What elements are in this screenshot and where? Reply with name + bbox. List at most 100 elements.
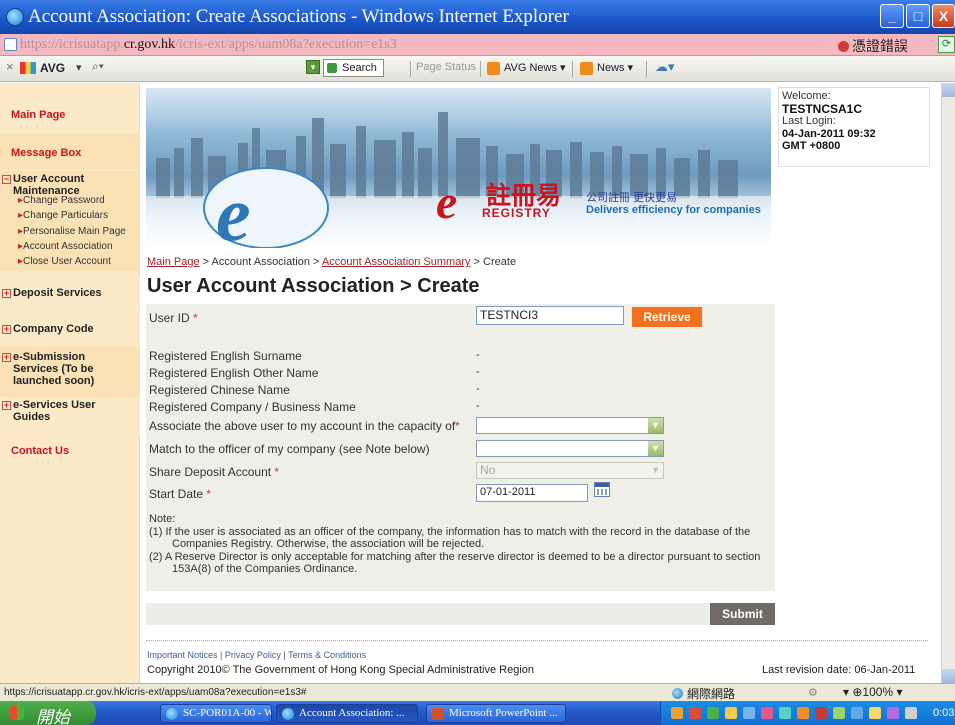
nav-close-user-account[interactable]: Close User Account [18, 254, 126, 269]
tray-icon[interactable] [725, 707, 737, 719]
start-date-input[interactable]: 07-01-2011 [476, 484, 588, 502]
tray-icon[interactable] [815, 707, 827, 719]
nav-deposit-label: Deposit Services [13, 287, 102, 299]
required-marker: * [193, 311, 198, 325]
match-officer-select[interactable]: ▼ [476, 440, 664, 457]
nav-company-code[interactable]: + Company Code [0, 309, 140, 345]
task-sc-por01a[interactable]: SC-POR01A-00 - Win... [160, 704, 272, 723]
capacity-select[interactable]: ▼ [476, 417, 664, 434]
surname-value: - [476, 349, 480, 361]
expand-icon[interactable]: + [2, 353, 11, 362]
window-title-bar: Account Association: Create Associations… [0, 0, 955, 34]
nav-change-particulars[interactable]: Change Particulars [18, 208, 126, 223]
expand-icon[interactable]: + [2, 289, 11, 298]
search-button[interactable]: Search [323, 59, 384, 77]
nav-account-association[interactable]: Account Association [18, 239, 126, 254]
tray-icon[interactable] [779, 707, 791, 719]
notes: Note: (1) If the user is associated as a… [149, 513, 769, 576]
chevron-down-icon[interactable]: ▼ [648, 418, 663, 433]
registry-banner: e e 註冊易 REGISTRY 公司註冊 更快更易 Delivers effi… [146, 88, 771, 248]
tray-icon[interactable] [689, 707, 701, 719]
nav-change-password[interactable]: Change Password [18, 193, 126, 208]
rss-icon [580, 62, 593, 75]
task-powerpoint[interactable]: Microsoft PowerPoint ... [426, 704, 566, 723]
terms-link[interactable]: Terms & Conditions [288, 650, 366, 660]
vertical-scrollbar[interactable] [941, 83, 955, 683]
tray-icon[interactable] [743, 707, 755, 719]
user-id-input[interactable]: TESTNCI3 [476, 306, 624, 325]
tray-icon[interactable] [851, 707, 863, 719]
nav-esubmission[interactable]: + e-Submission Services (To be launched s… [0, 347, 140, 397]
breadcrumb-separator: > [309, 256, 322, 268]
breadcrumb-main-page[interactable]: Main Page [147, 256, 200, 268]
url-suffix: /icris-ext/apps/uam08a?execution=e1s3 [175, 37, 397, 52]
news-menu[interactable]: News ▾ [597, 61, 633, 74]
minimize-button[interactable]: _ [880, 4, 904, 28]
tray-icon[interactable] [707, 707, 719, 719]
timezone: GMT +0800 [782, 140, 841, 152]
search-dropdown-icon[interactable]: ▾ [306, 60, 320, 74]
protected-mode-icon[interactable]: ⚙ [808, 686, 818, 699]
avg-news-menu[interactable]: AVG News ▾ [504, 61, 566, 74]
chinese-name-label: Registered Chinese Name [149, 383, 290, 397]
expand-icon[interactable]: + [2, 401, 11, 410]
start-button[interactable]: 開始 [0, 701, 96, 725]
scroll-down-icon[interactable] [942, 669, 955, 683]
tray-icon[interactable] [797, 707, 809, 719]
calendar-icon[interactable] [594, 482, 610, 497]
nav-main-page[interactable]: Main Page [0, 95, 140, 123]
chevron-down-icon[interactable]: ▼ [648, 441, 663, 456]
tray-icon[interactable] [671, 707, 683, 719]
nav-deposit-services[interactable]: + Deposit Services [0, 275, 140, 305]
slogan-english: Delivers efficiency for companies [586, 204, 761, 216]
breadcrumb-summary[interactable]: Account Association Summary [322, 256, 471, 268]
important-notices-link[interactable]: Important Notices [147, 650, 218, 660]
submit-button[interactable]: Submit [710, 603, 775, 625]
close-toolbar-icon[interactable]: × [6, 59, 14, 74]
expand-icon[interactable]: + [2, 325, 11, 334]
company-name-value: - [476, 400, 480, 412]
status-url: https://icrisuatapp.cr.gov.hk/icris-ext/… [4, 687, 307, 698]
address-url[interactable]: https://icrisuatapp.cr.gov.hk/icris-ext/… [20, 37, 397, 53]
scroll-up-icon[interactable] [942, 83, 955, 97]
refresh-icon[interactable]: ⟳ [938, 36, 955, 53]
retrieve-button[interactable]: Retrieve [632, 307, 702, 327]
other-name-value: - [476, 366, 480, 378]
nav-company-code-label: Company Code [13, 323, 94, 335]
capacity-label: Associate the above user to my account i… [149, 419, 460, 433]
address-bar[interactable]: https://icrisuatapp.cr.gov.hk/icris-ext/… [0, 34, 955, 56]
task-account-association[interactable]: Account Association: ... [276, 704, 418, 723]
weather-icon[interactable]: ☁▾ [655, 59, 675, 75]
certificate-error[interactable]: 憑證錯誤 [838, 36, 908, 56]
tray-icon[interactable] [761, 707, 773, 719]
maximize-button[interactable]: □ [906, 4, 930, 28]
tray-icon[interactable] [833, 707, 845, 719]
share-deposit-select: No ▼ [476, 462, 664, 479]
collapse-icon[interactable]: − [2, 175, 11, 184]
nav-personalise-main-page[interactable]: Personalise Main Page [18, 224, 126, 239]
page-status[interactable]: Page Status [416, 61, 476, 73]
other-name-label: Registered English Other Name [149, 366, 319, 380]
footer-links: Important Notices | Privacy Policy | Ter… [147, 650, 366, 660]
privacy-policy-link[interactable]: Privacy Policy [225, 650, 281, 660]
toolbar-divider [646, 61, 647, 77]
match-officer-label: Match to the officer of my company (see … [149, 442, 430, 456]
zoom-level[interactable]: ▾ ⊕100% ▾ [843, 685, 902, 699]
url-prefix: https://icrisuatapp. [20, 37, 124, 52]
nav-contact-us[interactable]: Contact Us [11, 445, 69, 457]
close-button[interactable]: X [932, 4, 955, 28]
system-tray: 0:03 [660, 701, 955, 725]
nav-message-box[interactable]: Message Box [0, 133, 140, 169]
welcome-user: TESTNCSA1C [782, 101, 863, 116]
tray-icon[interactable] [869, 707, 881, 719]
avg-dropdown-icon[interactable]: ▾ [76, 61, 82, 74]
svg-text:e: e [216, 170, 251, 248]
speaker-icon[interactable] [905, 707, 917, 719]
nav-eservices-guides[interactable]: + e-Services User Guides [0, 397, 140, 435]
browser-toolbar: × AVG ▾ ⌕▾ ▾ Search Page Status AVG News… [0, 56, 955, 82]
search-icon[interactable]: ⌕▾ [92, 59, 104, 74]
start-date-label-text: Start Date [149, 487, 204, 501]
avg-label[interactable]: AVG [40, 61, 65, 75]
breadcrumb-separator: > [470, 256, 484, 268]
tray-icon[interactable] [887, 707, 899, 719]
